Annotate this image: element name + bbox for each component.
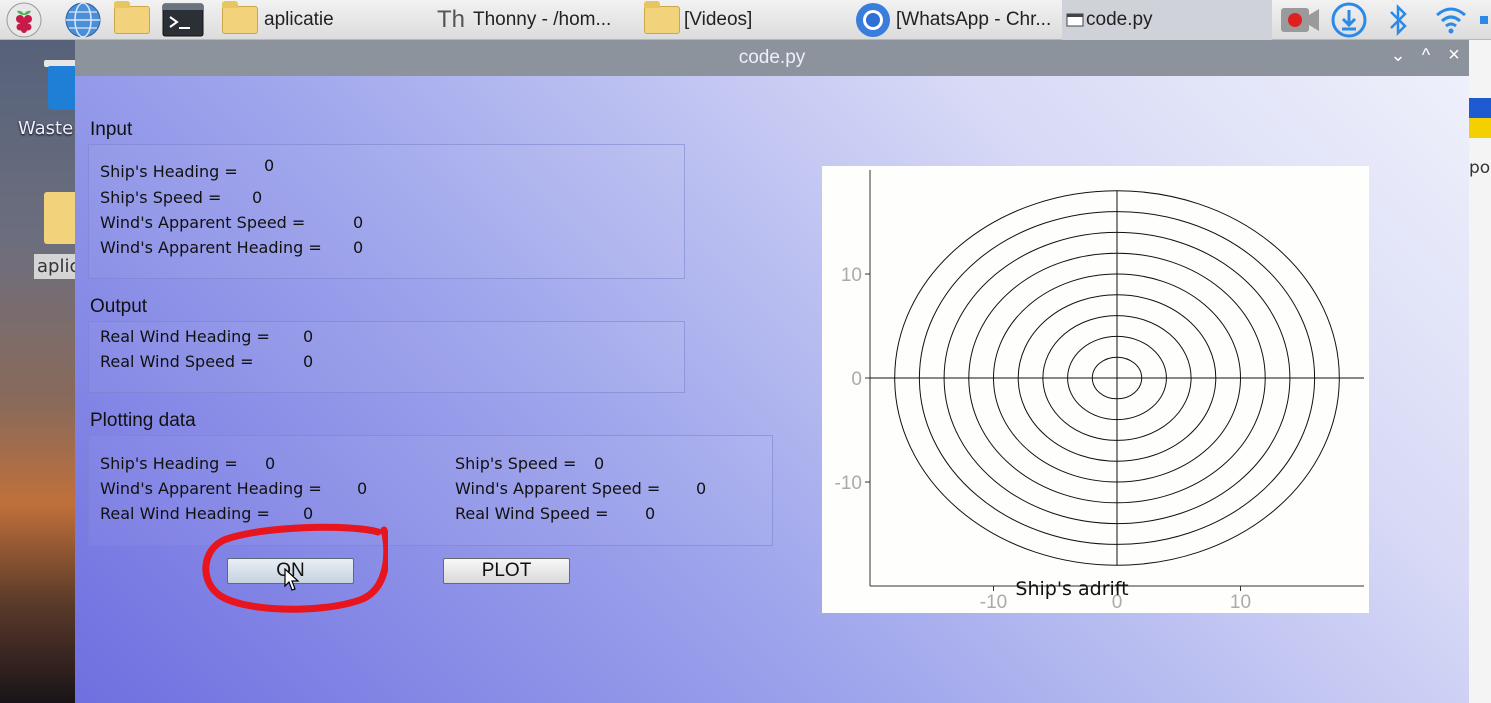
terminal-icon [162,3,204,37]
background-window-edge: por [1469,40,1491,703]
terminal-launcher[interactable] [162,0,204,40]
bluetooth-tray[interactable] [1386,0,1410,40]
task-label: Thonny - /hom... [473,9,612,30]
folders-icon [114,1,150,34]
mouse-cursor-icon [284,568,300,591]
file-manager-launcher[interactable] [114,0,150,40]
chromium-icon [856,3,890,37]
maximize-button[interactable]: ^ [1415,45,1437,66]
input-wind-apparent-heading-label: Wind's Apparent Heading = [100,238,322,257]
task-label: [WhatsApp - Chr... [896,9,1052,30]
output-real-wind-speed-value: 0 [303,352,314,371]
y-tick-label: -10 [835,473,862,494]
task-label: aplicatie [264,9,334,30]
input-ships-speed-label: Ship's Speed = [100,188,222,207]
input-wind-apparent-speed-label: Wind's Apparent Speed = [100,213,306,232]
download-icon [1331,2,1367,38]
plot-canvas: -10 0 10 10 0 -10 [822,166,1369,613]
task-thonny[interactable]: Th Thonny - /hom... [437,0,641,40]
tray-overflow[interactable] [1480,0,1491,40]
wifi-icon [1436,7,1466,34]
screen-recorder-tray[interactable] [1280,0,1320,40]
video-record-icon [1281,8,1319,32]
raspberry-icon [6,2,42,38]
task-videos[interactable]: [Videos] [644,0,850,40]
background-window-text: por [1469,158,1491,178]
flag-icon [1469,98,1491,118]
thonny-icon: Th [437,6,466,33]
window-icon [1066,13,1084,27]
window-titlebar[interactable]: code.py ⌄ ^ × [75,40,1469,76]
y-tick-label: 0 [851,369,862,390]
wastebasket-label: Waste [18,118,74,139]
plot-wind-apparent-heading-value: 0 [357,479,368,498]
input-wind-apparent-heading-value: 0 [353,238,364,257]
task-whatsapp-chromium[interactable]: [WhatsApp - Chr... [854,0,1058,40]
plot-wind-apparent-speed-label: Wind's Apparent Speed = [455,479,661,498]
ships-adrift-chart: -10 0 10100-10 [835,170,1364,613]
input-ships-heading-label: Ship's Heading = [100,162,238,181]
task-label: code.py [1086,9,1153,30]
output-real-wind-heading-label: Real Wind Heading = [100,327,270,346]
bluetooth-icon [1390,3,1407,37]
plot-real-wind-speed-value: 0 [645,504,656,523]
input-ships-heading-value: 0 [264,156,275,175]
taskbar: aplicatie Th Thonny - /hom... [Videos] [… [0,0,1491,40]
minimize-button[interactable]: ⌄ [1387,45,1409,66]
input-group-title: Input [90,119,133,140]
globe-icon [65,2,101,38]
input-wind-apparent-speed-value: 0 [353,213,364,232]
plot-wind-apparent-speed-value: 0 [696,479,707,498]
task-aplicatie[interactable]: aplicatie [222,0,432,40]
chart-title: Ship's adrift [1015,578,1129,600]
plot-ships-heading-label: Ship's Heading = [100,454,238,473]
output-real-wind-speed-label: Real Wind Speed = [100,352,254,371]
plot-button[interactable]: PLOT [443,558,570,584]
folder-icon [644,1,680,34]
desktop-folder-icon[interactable] [44,192,78,244]
plot-real-wind-speed-label: Real Wind Speed = [455,504,609,523]
plotting-group-title: Plotting data [90,410,196,431]
output-real-wind-heading-value: 0 [303,327,314,346]
updates-tray[interactable] [1331,0,1367,40]
plot-wind-apparent-heading-label: Wind's Apparent Heading = [100,479,322,498]
close-button[interactable]: × [1443,44,1465,67]
y-tick-label: 10 [841,265,862,286]
window-title: code.py [738,47,806,68]
output-group-title: Output [90,296,148,317]
web-browser-launcher[interactable] [64,0,102,40]
raspberry-menu-button[interactable] [6,0,42,40]
input-ships-speed-value: 0 [252,188,263,207]
plot-real-wind-heading-value: 0 [303,504,314,523]
plot-ships-speed-label: Ship's Speed = [455,454,577,473]
task-code-py[interactable]: code.py [1062,0,1272,40]
plot-ships-speed-value: 0 [594,454,605,473]
folder-icon [222,1,258,34]
wifi-tray[interactable] [1434,0,1468,40]
plot-real-wind-heading-label: Real Wind Heading = [100,504,270,523]
task-label: [Videos] [684,9,753,30]
plot-ships-heading-value: 0 [265,454,276,473]
